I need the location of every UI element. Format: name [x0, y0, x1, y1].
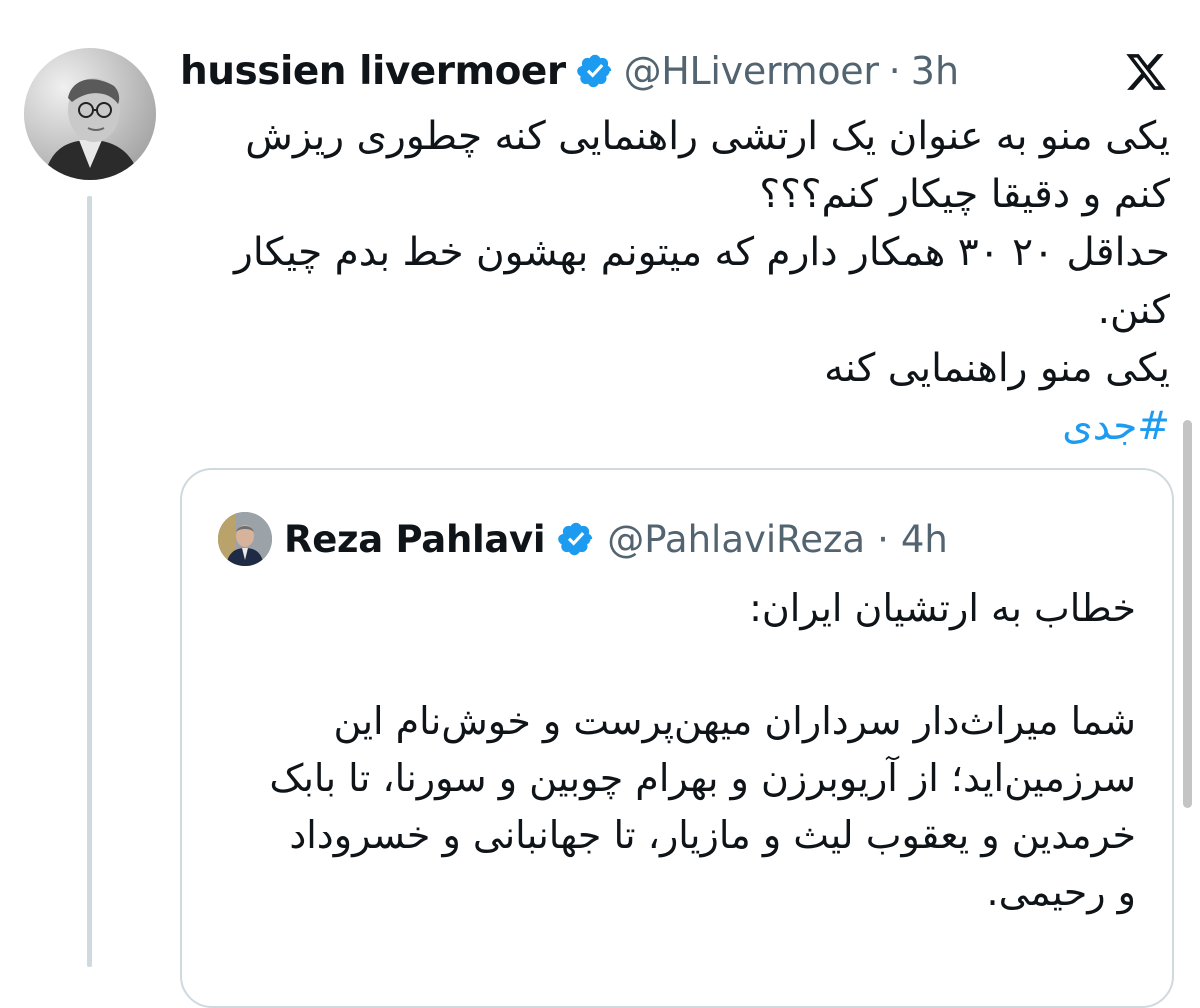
x-logo-icon[interactable]	[1123, 50, 1169, 94]
avatar-portrait	[24, 48, 156, 180]
tweet-line: حداقل ۲۰ ۳۰ همکار دارم که میتونم بهشون خ…	[234, 230, 1170, 275]
verified-badge-icon	[558, 522, 593, 556]
quoted-tweet-text: خطاب به ارتشیان ایران: شما میراث‌دار سرد…	[206, 580, 1136, 921]
quoted-author-handle[interactable]: @PahlaviReza	[607, 518, 865, 561]
quoted-avatar-portrait	[218, 512, 272, 566]
quoted-line: و رحیمی.	[986, 870, 1136, 914]
author-handle[interactable]: @HLivermoer	[624, 49, 879, 93]
tweet-line: کنم و دقیقا چیکار کنم؟؟؟	[759, 172, 1170, 217]
author-name[interactable]: hussien livermoer	[180, 49, 566, 94]
tweet-header: hussien livermoer @HLivermoer · 3h	[180, 46, 959, 96]
separator-dot: ·	[877, 517, 889, 561]
verified-badge-icon	[576, 54, 611, 88]
scrollbar[interactable]	[1183, 420, 1192, 808]
tweet-line: کنن.	[1097, 288, 1170, 333]
tweet-text: یکی منو به عنوان یک ارتشی راهنمایی کنه چ…	[180, 108, 1170, 456]
author-avatar[interactable]	[24, 48, 156, 180]
quoted-line: سرزمین‌اید؛ از آریوبرزن و بهرام چوبین و …	[269, 756, 1136, 800]
quoted-line: خرمدین و یعقوب لیث و مازیار، تا جهانبانی…	[289, 813, 1136, 857]
quoted-tweet[interactable]: Reza Pahlavi @PahlaviReza · 4h خطاب به ا…	[180, 468, 1174, 1008]
quoted-line: شما میراث‌دار سرداران میهن‌پرست و خوش‌نا…	[333, 699, 1136, 743]
separator-dot: ·	[888, 49, 901, 93]
hashtag-link[interactable]: #جدی	[1062, 404, 1170, 449]
tweet-line: یکی منو به عنوان یک ارتشی راهنمایی کنه چ…	[245, 114, 1170, 159]
thread-line	[87, 196, 92, 967]
quoted-tweet-header: Reza Pahlavi @PahlaviReza · 4h	[218, 512, 948, 566]
tweet-timestamp[interactable]: 3h	[911, 49, 959, 93]
quoted-author-avatar[interactable]	[218, 512, 272, 566]
quoted-timestamp[interactable]: 4h	[901, 518, 948, 561]
quoted-author-name[interactable]: Reza Pahlavi	[284, 518, 546, 561]
quoted-title-line: خطاب به ارتشیان ایران:	[749, 586, 1136, 630]
tweet-line: یکی منو راهنمایی کنه	[824, 346, 1170, 391]
